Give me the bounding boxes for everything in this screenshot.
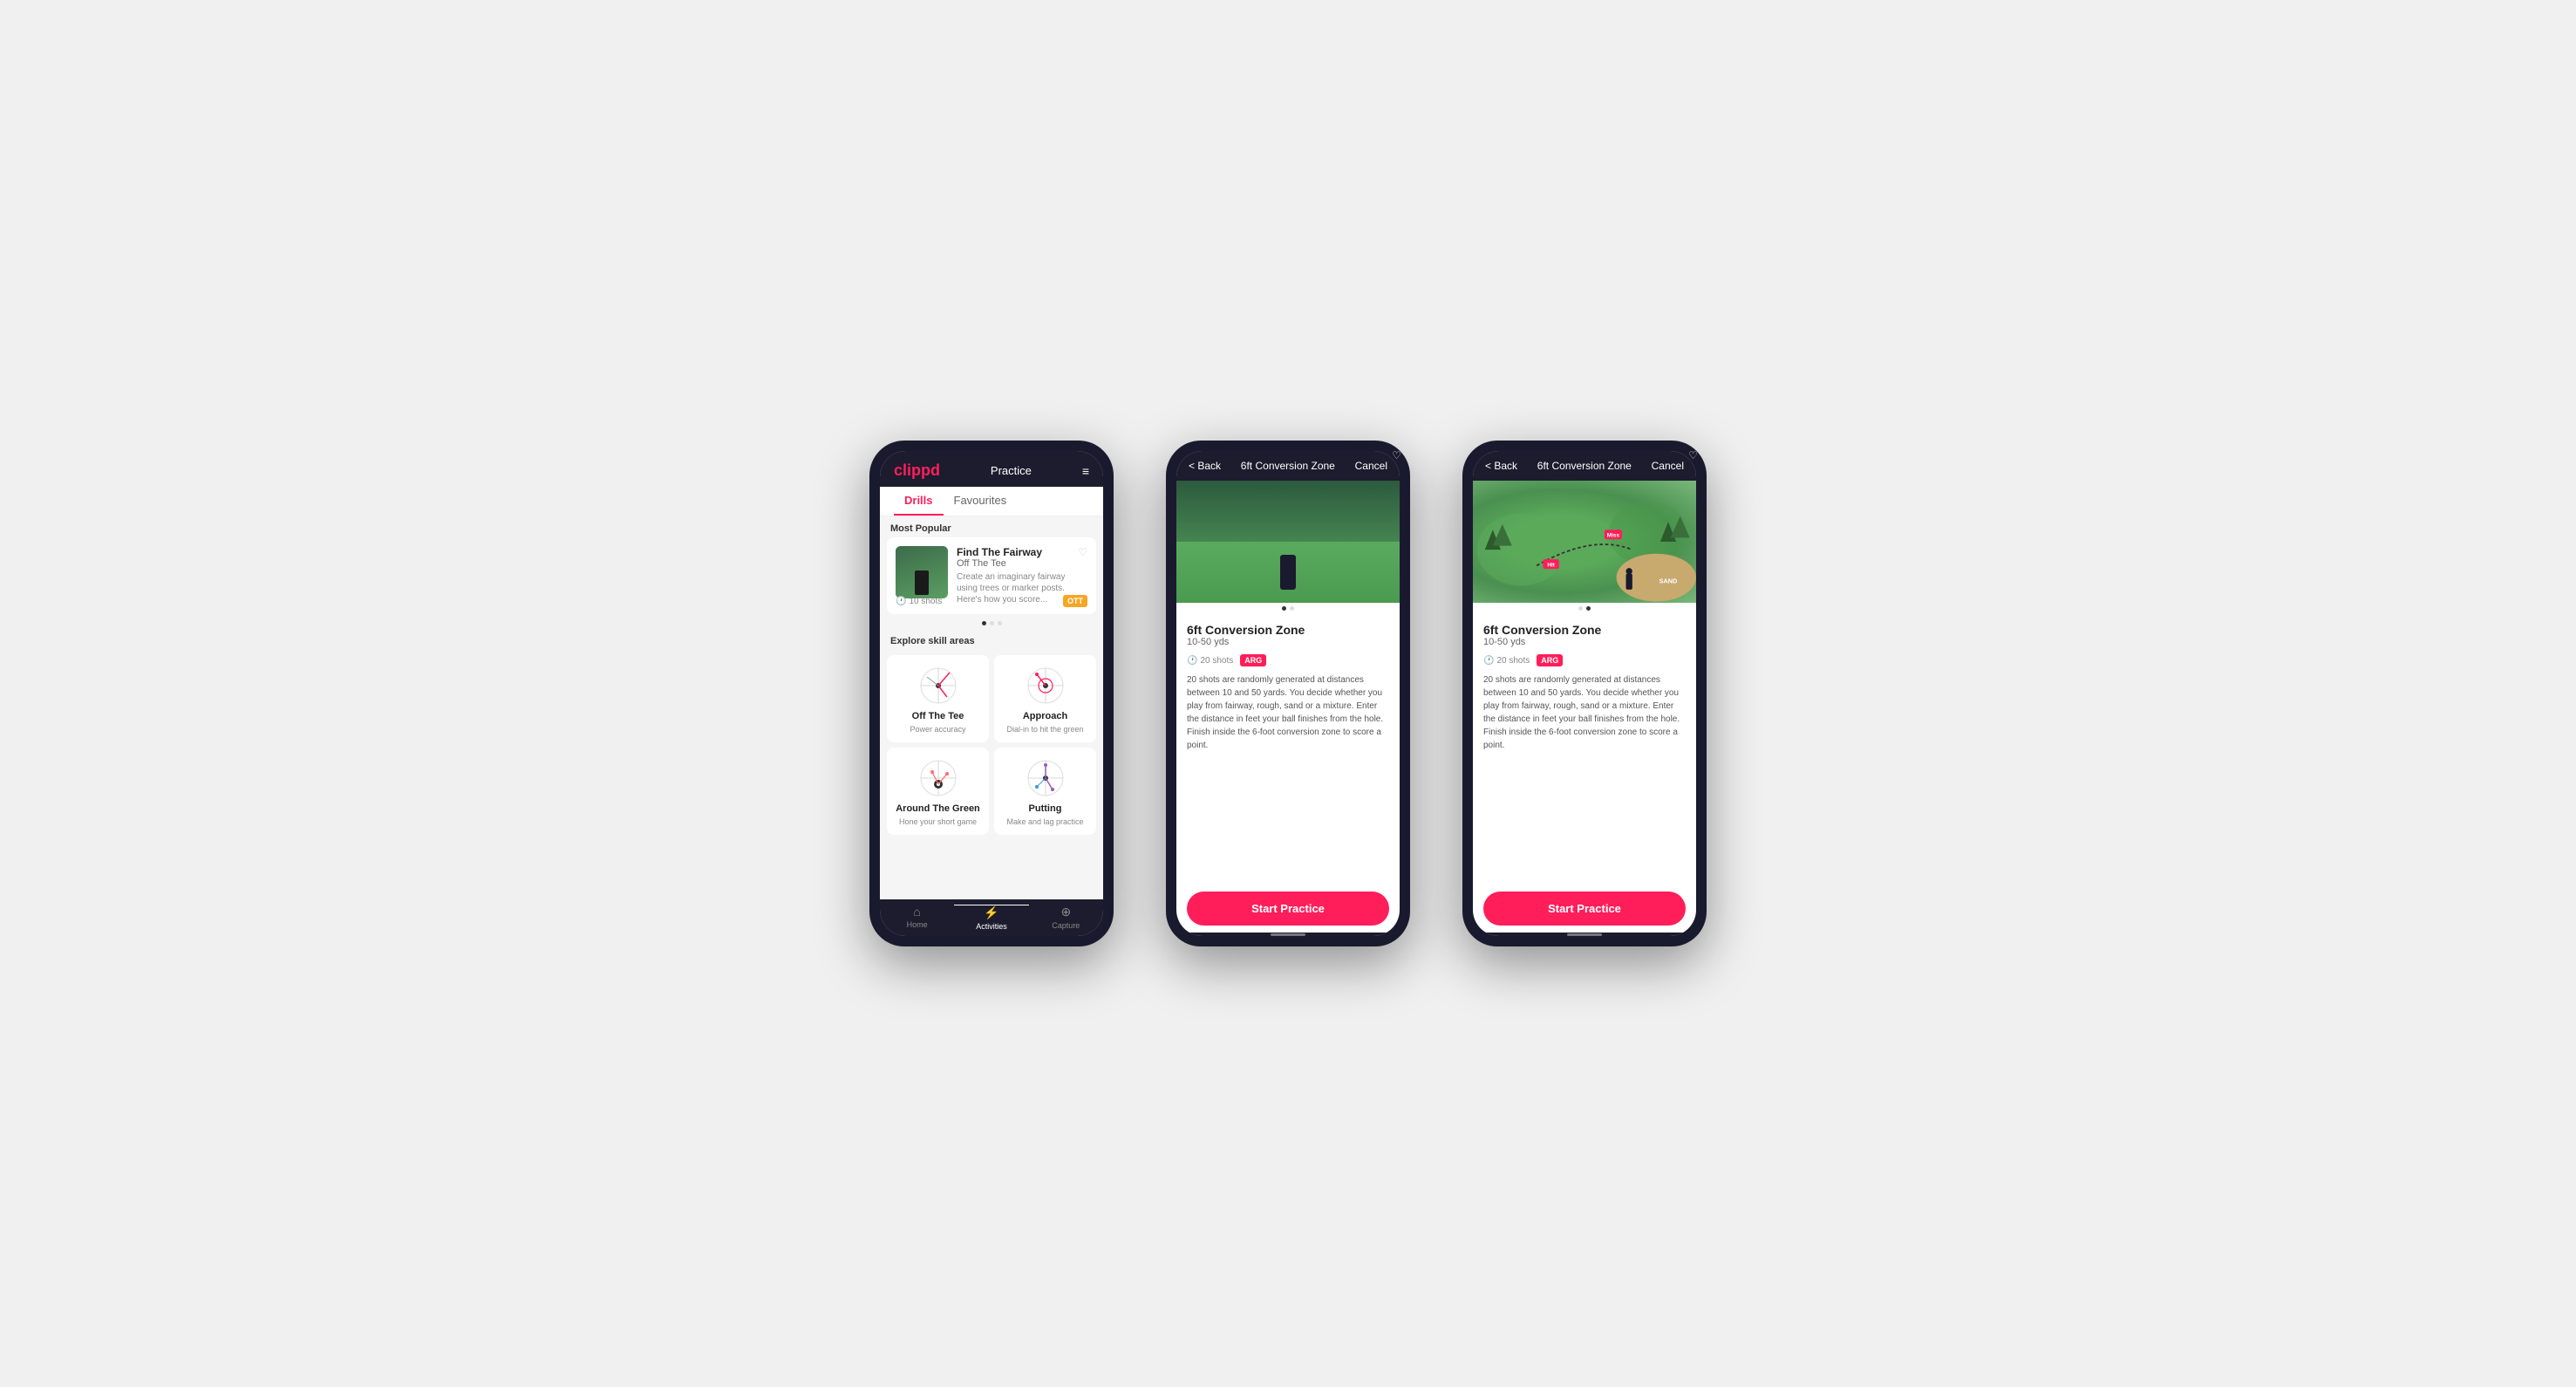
home-indicator-3	[1567, 933, 1602, 936]
app-logo: clippd	[894, 461, 940, 480]
drill-detail-header-3: 6ft Conversion Zone 10-50 yds ♡	[1483, 623, 1686, 652]
drill-meta: 🕐 20 shots ARG	[1187, 654, 1389, 666]
skill-desc-approach: Dial-in to hit the green	[1006, 725, 1083, 734]
arg-badge-3: ARG	[1537, 654, 1563, 666]
ott-badge: OTT	[1063, 595, 1087, 607]
arg-badge: ARG	[1240, 654, 1266, 666]
nav-activities-label: Activities	[976, 922, 1007, 931]
tab-favourites[interactable]: Favourites	[944, 487, 1018, 516]
shots-meta-3: 🕐 20 shots	[1483, 656, 1530, 666]
hamburger-icon[interactable]: ≡	[1082, 464, 1089, 478]
map-dot-1	[1578, 606, 1583, 611]
detail-title-block: 6ft Conversion Zone 10-50 yds	[1187, 623, 1305, 652]
explore-label: Explore skill areas	[880, 629, 1103, 650]
activities-icon: ⚡	[984, 905, 998, 920]
header-drill-title-3: 6ft Conversion Zone	[1537, 460, 1632, 472]
photo-dot-2	[1290, 606, 1294, 611]
header-drill-title: 6ft Conversion Zone	[1241, 460, 1335, 472]
home-indicator	[1271, 933, 1305, 936]
map-dot-2	[1586, 606, 1591, 611]
tab-drills[interactable]: Drills	[894, 487, 944, 516]
drill-detail-content: 6ft Conversion Zone 10-50 yds ♡ 🕐 20 sho…	[1176, 614, 1400, 885]
drill-photo	[1176, 481, 1400, 603]
favourite-icon[interactable]: ♡	[1078, 546, 1087, 558]
featured-drill-card[interactable]: Find The Fairway Off The Tee Create an i…	[887, 537, 1096, 614]
skill-grid: Off The Tee Power accuracy	[880, 650, 1103, 840]
bottom-bar	[1176, 933, 1400, 936]
phone3-header: < Back 6ft Conversion Zone Cancel	[1473, 451, 1696, 481]
nav-capture-label: Capture	[1052, 921, 1080, 930]
phone1-header: clippd Practice ≡	[880, 451, 1103, 487]
skill-icon-off-the-tee	[917, 664, 960, 707]
detail-title-3: 6ft Conversion Zone	[1483, 623, 1601, 637]
phone-1: clippd Practice ≡ Drills Favourites Most…	[869, 441, 1114, 946]
skill-name-atg: Around The Green	[896, 803, 980, 814]
clock-icon: 🕐	[896, 597, 906, 606]
skill-desc-ott: Power accuracy	[910, 725, 965, 734]
skill-card-approach[interactable]: Approach Dial-in to hit the green	[994, 655, 1096, 742]
skill-icon-approach	[1024, 664, 1067, 707]
drill-description-text: 20 shots are randomly generated at dista…	[1187, 673, 1389, 752]
cancel-button-3[interactable]: Cancel	[1652, 460, 1684, 472]
svg-text:Miss: Miss	[1607, 533, 1620, 539]
start-practice-button-3[interactable]: Start Practice	[1483, 892, 1686, 926]
start-practice-button[interactable]: Start Practice	[1187, 892, 1389, 926]
cancel-button[interactable]: Cancel	[1355, 460, 1387, 472]
svg-text:SAND: SAND	[1659, 577, 1678, 585]
nav-activities[interactable]: ⚡ Activities	[954, 905, 1028, 931]
bottom-nav: ⌂ Home ⚡ Activities ⊕ Capture	[880, 899, 1103, 936]
drill-subtitle: Off The Tee	[957, 558, 1087, 569]
shots-count: 🕐 10 shots	[896, 597, 942, 606]
skill-icon-around-green	[917, 756, 960, 800]
detail-title: 6ft Conversion Zone	[1187, 623, 1305, 637]
phones-container: clippd Practice ≡ Drills Favourites Most…	[869, 441, 1707, 946]
nav-home-label: Home	[907, 920, 928, 929]
skill-name-ott: Off The Tee	[912, 711, 964, 721]
drill-detail-content-3: 6ft Conversion Zone 10-50 yds ♡ 🕐 20 sho…	[1473, 614, 1696, 885]
back-button[interactable]: < Back	[1189, 460, 1221, 472]
phone2-header: < Back 6ft Conversion Zone Cancel	[1176, 451, 1400, 481]
drill-description-text-3: 20 shots are randomly generated at dista…	[1483, 673, 1686, 752]
skill-name-approach: Approach	[1023, 711, 1067, 721]
shots-meta: 🕐 20 shots	[1187, 656, 1233, 666]
carousel-dots	[880, 618, 1103, 629]
skill-name-putting: Putting	[1029, 803, 1062, 814]
drill-title: Find The Fairway	[957, 546, 1087, 558]
nav-capture[interactable]: ⊕ Capture	[1029, 905, 1103, 931]
skill-desc-atg: Hone your short game	[899, 817, 977, 826]
header-title: Practice	[991, 464, 1032, 477]
home-icon: ⌂	[913, 905, 920, 919]
tabs-bar: Drills Favourites	[880, 487, 1103, 516]
most-popular-label: Most Popular	[880, 516, 1103, 537]
dot-2	[990, 621, 994, 625]
svg-text:Hit: Hit	[1547, 562, 1555, 568]
dot-1	[982, 621, 986, 625]
bottom-bar-3	[1473, 933, 1696, 936]
dot-3	[998, 621, 1002, 625]
clock-icon-detail-3: 🕐	[1483, 656, 1494, 666]
detail-range: 10-50 yds	[1187, 637, 1305, 647]
map-dots	[1473, 603, 1696, 614]
photo-dots	[1176, 603, 1400, 614]
clock-icon-detail: 🕐	[1187, 656, 1197, 666]
skill-card-around-green[interactable]: Around The Green Hone your short game	[887, 748, 989, 835]
detail-title-block-3: 6ft Conversion Zone 10-50 yds	[1483, 623, 1601, 652]
phone1-content: Most Popular Find The Fairway Off The Te…	[880, 516, 1103, 899]
phone-3: < Back 6ft Conversion Zone Cancel	[1462, 441, 1707, 946]
drill-detail-header: 6ft Conversion Zone 10-50 yds ♡	[1187, 623, 1389, 652]
detail-range-3: 10-50 yds	[1483, 637, 1601, 647]
skill-icon-putting	[1024, 756, 1067, 800]
skill-card-putting[interactable]: Putting Make and lag practice	[994, 748, 1096, 835]
phone-2: < Back 6ft Conversion Zone Cancel 6ft Co…	[1166, 441, 1410, 946]
drill-map: Hit Miss SAND	[1473, 481, 1696, 603]
capture-icon: ⊕	[1060, 905, 1071, 919]
nav-home[interactable]: ⌂ Home	[880, 905, 954, 931]
drill-meta-3: 🕐 20 shots ARG	[1483, 654, 1686, 666]
skill-desc-putting: Make and lag practice	[1006, 817, 1083, 826]
back-button-3[interactable]: < Back	[1485, 460, 1517, 472]
photo-dot-1	[1282, 606, 1286, 611]
skill-card-off-the-tee[interactable]: Off The Tee Power accuracy	[887, 655, 989, 742]
drill-thumbnail	[896, 546, 948, 598]
